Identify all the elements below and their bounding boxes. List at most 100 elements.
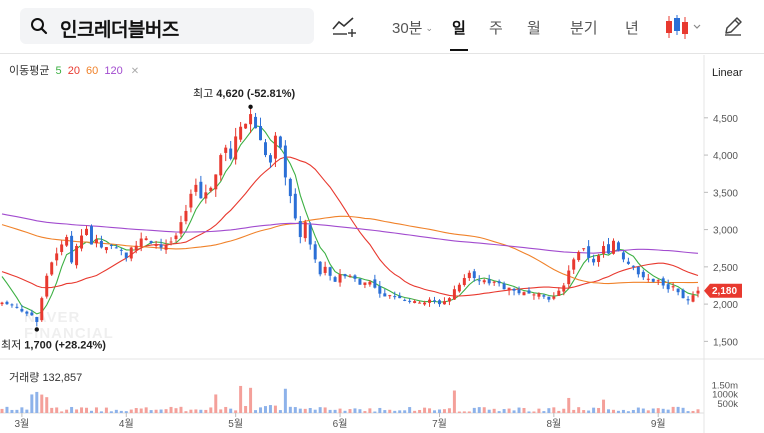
volume-bar [194,409,198,413]
candle-body [298,221,302,238]
volume-bar [114,409,118,413]
volume-bar [328,409,332,413]
close-legend-icon[interactable]: ✕ [131,66,139,77]
volume-bar [686,411,690,413]
volume-bar [199,409,203,413]
high-annotation: 최고 4,620 (-52.81%) [193,87,296,100]
volume-bar [85,407,89,413]
candle-body [343,274,347,277]
candlestick-type-icon[interactable] [664,13,702,41]
volume-bar [129,409,133,413]
candle-body [209,187,213,191]
candle-body [219,155,223,176]
volume-bar [671,406,675,413]
candle-body [149,241,153,244]
y-tick-label: 3,500 [713,188,738,199]
volume-bar [537,408,541,413]
candle-body [696,290,700,294]
tab-period-quarter[interactable]: 분기 [570,17,598,38]
candle-body [373,279,377,288]
volume-bar [273,405,277,413]
high-marker [248,104,253,110]
candle-body [154,244,158,246]
tab-period-year[interactable]: 년 [625,17,639,38]
drawing-tool-icon[interactable] [331,14,357,38]
candle-body [641,271,645,278]
candle-body [134,245,138,251]
search-icon [31,18,48,35]
tab-period-month[interactable]: 월 [527,17,541,38]
volume-bar [124,411,128,413]
candle-body [517,289,521,294]
volume-tick-label: 1000k [712,390,738,401]
tab-period-week[interactable]: 주 [489,17,503,38]
volume-bar [681,407,685,413]
volume-bar [89,410,93,413]
interval-label: 30분 [392,20,423,37]
candle-body [547,296,551,300]
volume-bar [20,407,24,413]
volume-value: 132,857 [42,372,83,384]
volume-bar [572,409,576,413]
volume-bar [189,409,193,413]
volume-bar [278,410,282,413]
volume-bar [656,408,660,413]
ma-legend-title: 이동평균 [9,65,50,77]
volume-bar [562,408,566,413]
candle-body [532,294,536,296]
candle-body [55,253,59,261]
volume-bar [30,394,34,413]
candle-body [552,296,556,299]
volume-bar [45,397,49,413]
interval-selector[interactable]: 30분 ⌄ [392,17,433,38]
volume-bar [353,408,357,413]
y-tick-label: 4,000 [713,151,738,162]
volume-bar [363,411,367,413]
ma-line-120 [1,213,699,254]
volume-bar [259,407,263,413]
candle-body [224,147,228,153]
candle-body [378,286,382,294]
candle-body [164,245,168,250]
volume-bar [641,408,645,413]
candle-body [259,126,263,141]
last-price-label: 2,180 [712,286,737,297]
volume-bar [139,408,143,413]
volume-bar [462,411,466,413]
volume-bar [169,406,173,413]
volume-bar [70,406,74,413]
volume-bar [502,409,506,413]
volume-bar [263,406,267,413]
candle-body [616,242,620,251]
volume-bar [582,410,586,413]
volume-bar [696,409,700,413]
volume-bar [507,408,511,413]
candle-body [184,210,188,222]
candle-body [452,289,456,300]
volume-bar [467,411,471,413]
candle-body [15,306,19,308]
scale-toggle[interactable]: Linear [712,67,743,79]
stock-search-box[interactable]: 인크레더블버즈 [20,8,314,44]
volume-bar [547,408,551,413]
candle-body [592,258,596,263]
volume-bar [298,408,302,413]
candle-body [626,261,630,264]
x-tick-label: 6월 [333,418,348,430]
candle-body [621,252,625,260]
candle-body [433,300,437,302]
candle-body [522,292,526,296]
volume-bar [512,410,516,413]
candle-body [383,293,387,297]
volume-bar [522,407,526,413]
volume-bar [55,407,59,413]
candle-body [507,287,511,291]
candle-body [278,136,282,148]
tab-period-day[interactable]: 일 [450,17,468,51]
volume-bar [607,409,611,413]
candle-body [303,222,307,239]
edit-pencil-icon[interactable] [722,15,744,37]
volume-bar [204,409,208,413]
last-price-tag [704,283,742,298]
candle-body [602,245,606,254]
